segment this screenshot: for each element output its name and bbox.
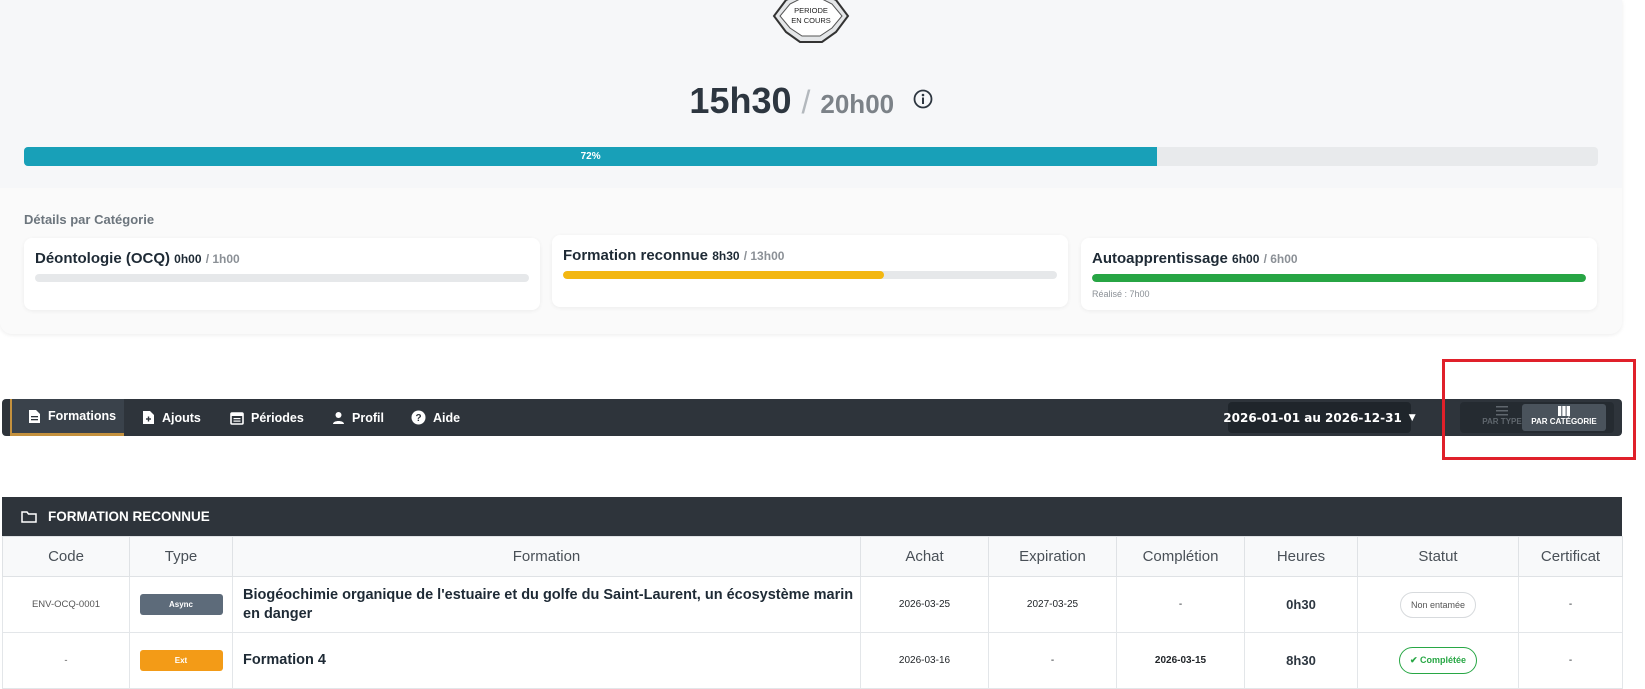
period-seal-icon: PERIODE EN COURS — [772, 0, 850, 43]
category-name: Déontologie (OCQ) — [35, 250, 170, 267]
tab-profil[interactable]: Profil — [332, 399, 384, 436]
column-header[interactable]: Complétion — [1116, 536, 1245, 577]
hours-separator: / — [801, 84, 811, 120]
column-header[interactable]: Code — [2, 536, 130, 577]
calendar-icon — [230, 411, 244, 425]
category-done: 0h00 — [174, 252, 202, 266]
main-progress-bar: 72% — [24, 147, 1598, 166]
column-header[interactable]: Formation — [232, 536, 861, 577]
code-cell: - — [2, 632, 130, 689]
hours-total: 20h00 — [820, 89, 895, 119]
category-details: Détails par Catégorie Déontologie (OCQ) … — [0, 188, 1622, 334]
chevron-down-icon: ▼ — [1408, 412, 1416, 423]
hours-cell: 8h30 — [1244, 632, 1358, 689]
table-row[interactable]: - Ext Formation 4 2026-03-16 - 2026-03-1… — [2, 632, 1623, 689]
main-progress-fill: 72% — [24, 147, 1158, 166]
formation-title[interactable]: Biogéochimie organique de l'estuaire et … — [232, 576, 861, 633]
column-header[interactable]: Achat — [860, 536, 989, 577]
status-label: Complétée — [1420, 655, 1467, 665]
column-header[interactable]: Type — [129, 536, 233, 577]
tab-label: Aide — [433, 410, 461, 425]
info-icon[interactable] — [913, 89, 933, 109]
badge-line2: EN COURS — [791, 16, 831, 25]
category-total: / 13h00 — [743, 249, 785, 263]
help-circle-icon: ? — [411, 410, 426, 425]
category-progress-bar — [1092, 274, 1586, 282]
category-progress-bar — [35, 274, 529, 282]
tab-periodes[interactable]: Périodes — [230, 399, 304, 436]
main-navbar: Formations Ajouts Périodes Profil ? Aide… — [2, 399, 1622, 436]
type-cell: Ext — [129, 632, 233, 689]
code-cell: ENV-OCQ-0001 — [2, 576, 130, 633]
type-cell: Async — [129, 576, 233, 633]
document-icon — [29, 409, 40, 423]
hours-summary: 15h30/ 20h00 — [0, 80, 1622, 122]
formations-table: Code Type Formation Achat Expiration Com… — [2, 536, 1623, 689]
category-card-deontologie: Déontologie (OCQ) 0h00 / 1h00 — [24, 238, 540, 310]
formation-title[interactable]: Formation 4 — [232, 632, 861, 689]
hours-cell: 0h30 — [1244, 576, 1358, 633]
table-header-row: Code Type Formation Achat Expiration Com… — [2, 536, 1623, 577]
status-cell: Non entamée — [1357, 576, 1519, 633]
expiration-date: - — [988, 632, 1117, 689]
type-badge: Async — [139, 594, 223, 615]
category-progress-fill — [563, 271, 885, 279]
column-header[interactable]: Certificat — [1518, 536, 1623, 577]
tab-aide[interactable]: ? Aide — [411, 399, 460, 436]
column-header[interactable]: Expiration — [988, 536, 1117, 577]
svg-text:?: ? — [415, 413, 421, 424]
tab-ajouts[interactable]: Ajouts — [142, 399, 201, 436]
completion-date: - — [1116, 576, 1245, 633]
category-progress-bar — [563, 271, 1057, 279]
section-title: FORMATION RECONNUE — [48, 509, 210, 524]
badge-line1: PERIODE — [794, 6, 828, 15]
certificate-cell: - — [1518, 576, 1623, 633]
column-header[interactable]: Statut — [1357, 536, 1519, 577]
purchase-date: 2026-03-25 — [860, 576, 989, 633]
folder-icon — [21, 511, 37, 523]
date-range-dropdown[interactable]: 2026-01-01 au 2026-12-31 ▼ — [1223, 402, 1416, 433]
tab-label: Périodes — [251, 410, 304, 425]
tab-formations[interactable]: Formations — [10, 399, 124, 436]
column-header[interactable]: Heures — [1244, 536, 1358, 577]
table-row[interactable]: ENV-OCQ-0001 Async Biogéochimie organiqu… — [2, 576, 1623, 633]
user-icon — [333, 412, 344, 424]
category-progress-fill — [1092, 274, 1586, 282]
section-header: FORMATION RECONNUE — [2, 497, 1622, 536]
hours-done: 15h30 — [689, 80, 792, 121]
tab-label: Profil — [352, 410, 384, 425]
tab-label: Ajouts — [162, 410, 201, 425]
summary-card: PERIODE EN COURS 15h30/ 20h00 72% Détails… — [0, 0, 1622, 334]
category-name: Formation reconnue — [563, 247, 709, 264]
completion-date: 2026-03-15 — [1116, 632, 1245, 689]
details-title: Détails par Catégorie — [24, 212, 155, 227]
file-plus-icon — [143, 411, 154, 424]
expiration-date: 2027-03-25 — [988, 576, 1117, 633]
date-range-value: 2026-01-01 au 2026-12-31 — [1223, 410, 1402, 425]
type-badge: Ext — [139, 650, 223, 671]
category-card-formation-reconnue: Formation reconnue 8h30 / 13h00 — [552, 235, 1068, 307]
status-badge: Non entamée — [1399, 591, 1477, 618]
category-card-autoapprentissage: Autoapprentissage 6h00 / 6h00 Réalisé : … — [1081, 238, 1597, 310]
check-circle-icon: ✔ — [1409, 655, 1418, 665]
category-done: 8h30 — [712, 249, 740, 263]
certificate-cell: - — [1518, 632, 1623, 689]
category-total: / 6h00 — [1263, 252, 1298, 266]
category-total: / 1h00 — [205, 252, 240, 266]
highlight-annotation — [1442, 359, 1636, 460]
category-done: 6h00 — [1232, 252, 1260, 266]
tab-label: Formations — [48, 409, 117, 423]
category-note: Réalisé : 7h00 — [1092, 289, 1150, 299]
category-name: Autoapprentissage — [1092, 250, 1228, 267]
status-cell: ✔ Complétée — [1357, 632, 1519, 689]
purchase-date: 2026-03-16 — [860, 632, 989, 689]
